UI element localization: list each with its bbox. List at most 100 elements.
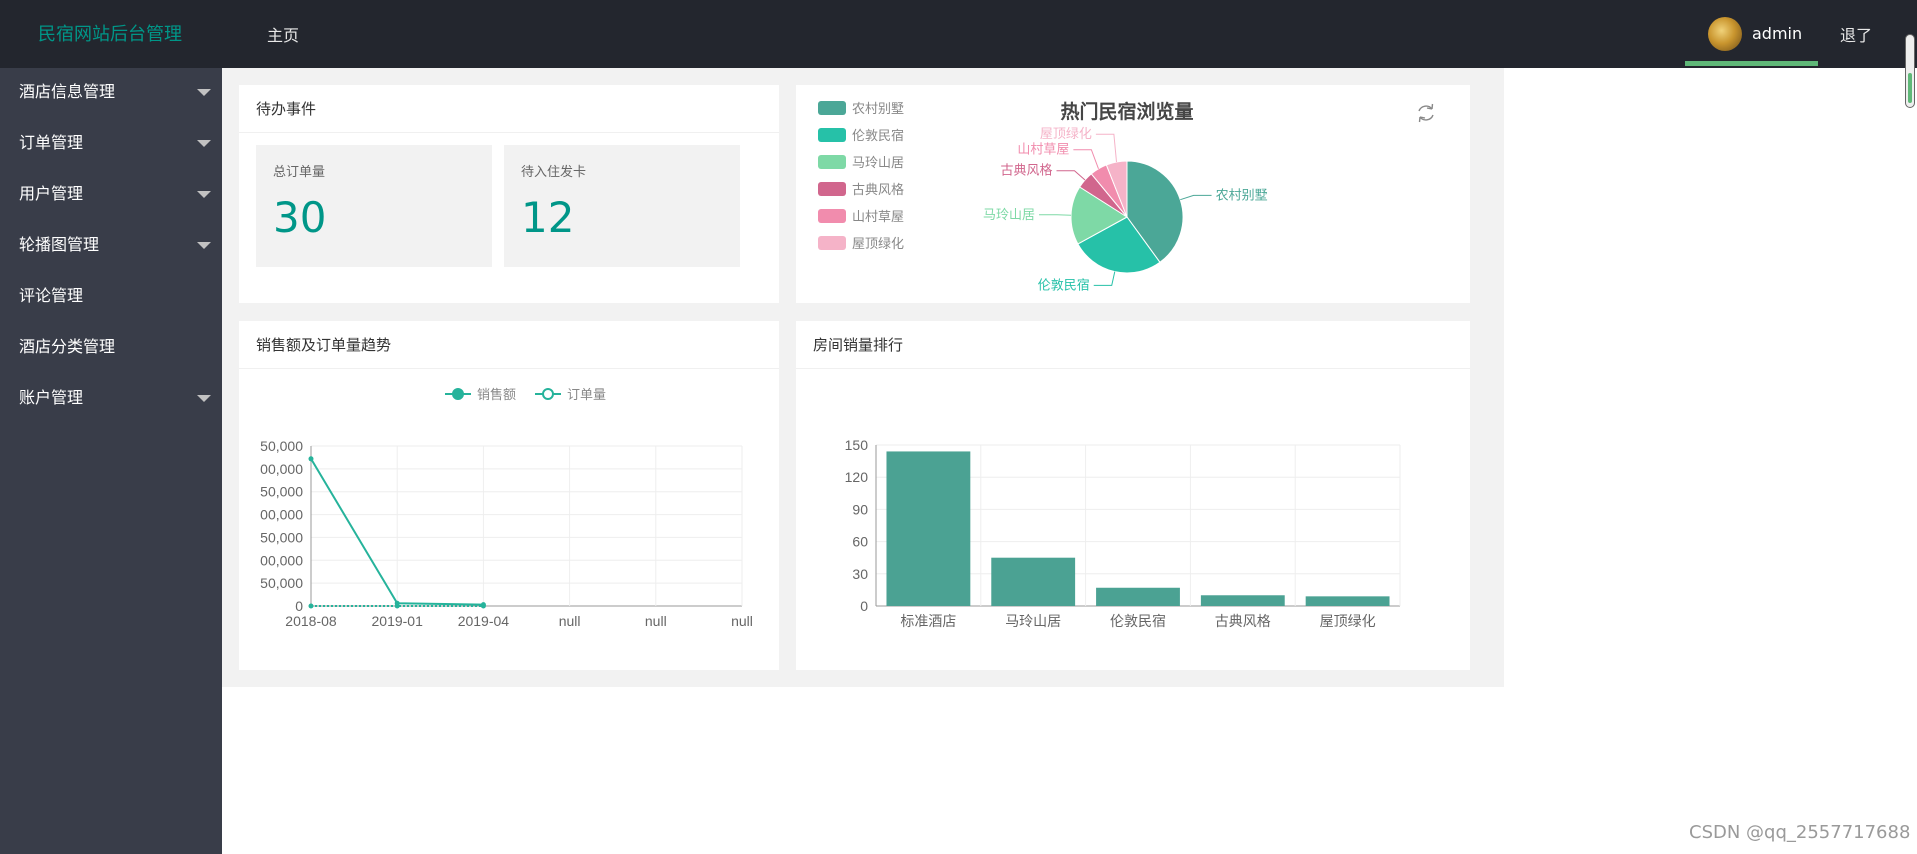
- pie-slice-label: 农村别墅: [1216, 187, 1268, 202]
- legend-swatch[interactable]: [818, 101, 846, 115]
- x-tick-label: 马玲山居: [1005, 613, 1061, 629]
- nav-home-link[interactable]: 主页: [267, 22, 299, 46]
- bar[interactable]: [991, 557, 1076, 606]
- bar-chart: 0 30 60 90 120 150 标准酒店 马玲山居 伦敦民宿 古典风格 屋顶绿化: [845, 437, 1401, 629]
- pie-label-line: [1093, 271, 1116, 286]
- legend-swatch[interactable]: [818, 182, 846, 196]
- room-sales-card: 房间销量排行 0 30 60 90 120 150 标准酒店 马玲山居 伦敦民宿 古典风格 屋顶绿化: [796, 321, 1470, 670]
- x-tick-label: 2018-08: [285, 613, 337, 629]
- sidebar-item-hotel-category[interactable]: 酒店分类管理: [0, 323, 222, 374]
- stat-total-orders[interactable]: 总订单量 30: [256, 145, 492, 267]
- pie-title: 热门民宿浏览量: [1060, 100, 1193, 123]
- y-tick-label: 50,000: [260, 575, 303, 591]
- sidebar-item-users[interactable]: 用户管理: [0, 170, 222, 221]
- x-tick-label: null: [645, 613, 667, 629]
- caret-down-icon: [197, 242, 211, 249]
- legend-swatch[interactable]: [818, 128, 846, 142]
- page-scrollbar[interactable]: [1905, 34, 1915, 108]
- pie-card: 热门民宿浏览量 农村别墅 伦敦民宿 马玲山居 古典风格 山村草屋 屋顶绿化 农村别墅 伦敦民…: [796, 85, 1470, 303]
- y-tick-label: 00,000: [260, 552, 303, 568]
- data-point[interactable]: [308, 456, 314, 462]
- sidebar-item-label: 酒店分类管理: [19, 337, 116, 356]
- legend-swatch[interactable]: [818, 155, 846, 169]
- x-tick-label: 屋顶绿化: [1320, 613, 1376, 629]
- card-title: 待办事件: [239, 85, 779, 133]
- y-tick-label: 00,000: [260, 461, 303, 477]
- sidebar-item-label: 酒店信息管理: [19, 82, 116, 101]
- card-title: 房间销量排行: [796, 321, 1470, 369]
- pie-slice-label: 古典风格: [1000, 163, 1052, 178]
- x-tick-label: 伦敦民宿: [1110, 613, 1166, 629]
- legend-label[interactable]: 订单量: [567, 387, 606, 402]
- legend-label[interactable]: 古典风格: [852, 182, 904, 197]
- stat-label: 总订单量: [273, 165, 326, 180]
- bar[interactable]: [886, 451, 971, 606]
- stat-pending-checkin[interactable]: 待入住发卡 12: [504, 145, 740, 267]
- data-point[interactable]: [308, 603, 314, 609]
- legend-swatch[interactable]: [818, 236, 846, 250]
- sidebar-item-account[interactable]: 账户管理: [0, 374, 222, 425]
- pie-slice-label: 山村草屋: [1017, 142, 1069, 157]
- sidebar-item-label: 评论管理: [19, 286, 84, 305]
- pie-label-line: [1095, 133, 1118, 163]
- legend-marker[interactable]: [452, 388, 464, 400]
- watermark: CSDN @qq_2557717688: [1689, 822, 1911, 843]
- pie-slice-label: 伦敦民宿: [1038, 277, 1090, 292]
- data-point[interactable]: [480, 603, 486, 609]
- app-title[interactable]: 民宿网站后台管理: [38, 20, 182, 46]
- legend-label[interactable]: 伦敦民宿: [852, 128, 904, 143]
- y-tick-label: 50,000: [260, 529, 303, 545]
- y-tick-label: 00,000: [260, 507, 303, 523]
- sidebar-item-carousel[interactable]: 轮播图管理: [0, 221, 222, 272]
- line-chart: 销售额 订单量 0 50,000 00,000 50,000 00,000 50,000 00…: [260, 387, 753, 629]
- y-tick-label: 30: [852, 566, 868, 582]
- caret-down-icon: [197, 395, 211, 402]
- x-tick-label: 2019-01: [372, 613, 424, 629]
- pie-slice-label: 屋顶绿化: [1040, 126, 1092, 141]
- caret-down-icon: [197, 191, 211, 198]
- bar[interactable]: [1200, 595, 1285, 606]
- legend-marker[interactable]: [542, 388, 554, 400]
- sales-trend-card: 销售额及订单量趋势 销售额 订单量 0 50,000 00,000 50,000 00,0…: [239, 321, 779, 670]
- y-tick-label: 0: [295, 598, 303, 614]
- pie-label-line: [1056, 170, 1086, 181]
- sidebar-item-hotel-info[interactable]: 酒店信息管理: [0, 68, 222, 119]
- pie-slice-label: 马玲山居: [983, 207, 1035, 222]
- x-tick-label: 2019-04: [458, 613, 510, 629]
- top-header: 民宿网站后台管理 主页 admin 退了: [0, 0, 1917, 108]
- caret-down-icon: [197, 140, 211, 147]
- card-title: 销售额及订单量趋势: [239, 321, 779, 369]
- x-tick-label: null: [731, 613, 753, 629]
- stat-value: 30: [273, 193, 327, 242]
- y-tick-label: 50,000: [260, 484, 303, 500]
- bar[interactable]: [1305, 596, 1390, 606]
- sidebar-item-orders[interactable]: 订单管理: [0, 119, 222, 170]
- pie-chart: 热门民宿浏览量 农村别墅伦敦民宿马玲山居古典风格山村草屋屋顶绿化 农村别墅伦敦民…: [818, 100, 1434, 292]
- bar[interactable]: [1096, 587, 1180, 606]
- sidebar-item-label: 轮播图管理: [19, 235, 100, 254]
- sidebar: 酒店信息管理 订单管理 用户管理 轮播图管理 评论管理 酒店分类管理 账户管理: [0, 68, 222, 854]
- legend-label[interactable]: 屋顶绿化: [852, 236, 904, 251]
- todo-card: 待办事件 总订单量 30 待入住发卡 12: [239, 85, 779, 303]
- legend-swatch[interactable]: [818, 209, 846, 223]
- y-tick-label: 150: [845, 437, 869, 453]
- legend-label[interactable]: 马玲山居: [852, 155, 904, 170]
- user-menu[interactable]: admin: [1685, 0, 1818, 68]
- sidebar-item-comments[interactable]: 评论管理: [0, 272, 222, 323]
- y-tick-label: 120: [845, 469, 869, 485]
- pie-label-line: [1180, 194, 1212, 201]
- caret-down-icon: [197, 89, 211, 96]
- logout-link[interactable]: 退了: [1840, 22, 1872, 46]
- legend-label[interactable]: 农村别墅: [852, 101, 904, 116]
- sidebar-item-label: 用户管理: [19, 184, 84, 203]
- data-point[interactable]: [394, 603, 400, 609]
- sidebar-item-label: 账户管理: [19, 388, 84, 407]
- avatar[interactable]: [1708, 17, 1742, 51]
- x-tick-label: null: [559, 613, 581, 629]
- legend-label[interactable]: 山村草屋: [852, 209, 904, 224]
- x-tick-label: 标准酒店: [900, 613, 956, 629]
- y-tick-label: 50,000: [260, 438, 303, 454]
- refresh-icon[interactable]: [1418, 103, 1434, 123]
- legend-label[interactable]: 销售额: [477, 387, 516, 402]
- user-name[interactable]: admin: [1752, 24, 1802, 43]
